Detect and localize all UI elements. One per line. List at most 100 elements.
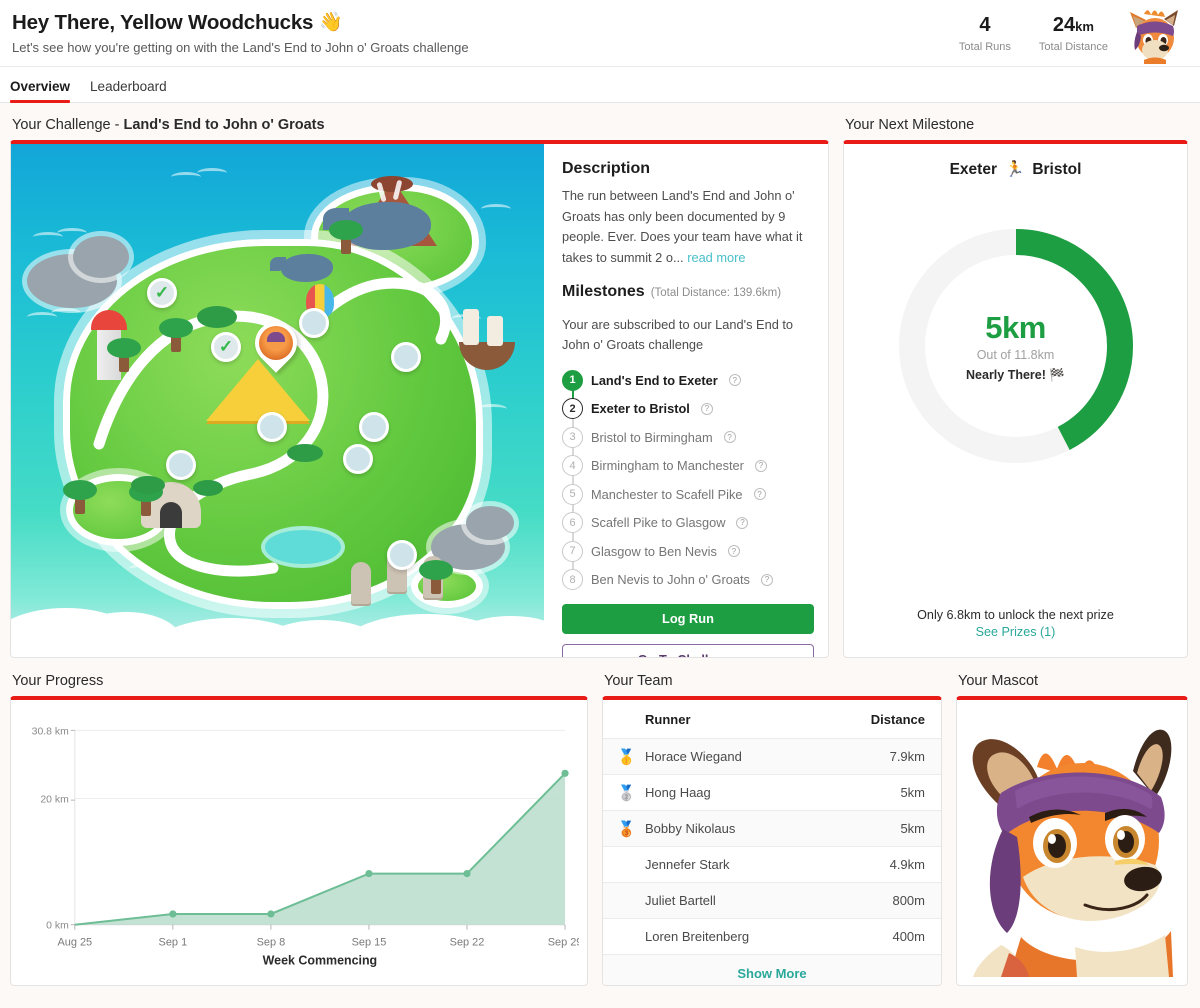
milestone-item-2[interactable]: 2 Exeter to Bristol ? bbox=[562, 394, 814, 423]
map-marker-3[interactable] bbox=[299, 308, 329, 338]
milestone-help-icon-4[interactable]: ? bbox=[754, 459, 767, 472]
next-milestone-footer: Only 6.8km to unlock the next prize See … bbox=[917, 608, 1114, 645]
chart-x-tick-label: Sep 8 bbox=[257, 937, 286, 949]
runner-cell: Juliet Bartell bbox=[603, 882, 831, 919]
tab-leaderboard[interactable]: Leaderboard bbox=[90, 79, 167, 102]
map-marker-7[interactable] bbox=[166, 450, 196, 480]
show-more-button[interactable]: Show More bbox=[603, 955, 941, 985]
milestone-number-7: 7 bbox=[562, 540, 583, 562]
donut-value: 5km bbox=[985, 309, 1046, 345]
team-table: Runner Distance 🥇 Horace Wiegand 7.9km 🥈 H… bbox=[603, 700, 941, 955]
tab-overview[interactable]: Overview bbox=[10, 79, 71, 103]
table-row[interactable]: Jennefer Stark 4.9km bbox=[603, 846, 941, 883]
go-to-challenge-button[interactable]: Go To Challenge bbox=[562, 643, 814, 657]
team-section-title: Your Team bbox=[604, 673, 673, 689]
table-row[interactable]: Juliet Bartell 800m bbox=[603, 882, 941, 919]
map-marker-completed-2[interactable] bbox=[211, 332, 241, 362]
unlock-prize-text: Only 6.8km to unlock the next prize bbox=[917, 608, 1114, 622]
runner-distance: 5km bbox=[830, 774, 941, 811]
chart-x-tick-label: Sep 1 bbox=[159, 937, 188, 949]
svg-text:30.8 km: 30.8 km bbox=[32, 726, 69, 737]
milestone-item-4[interactable]: 4 Birmingham to Manchester ? bbox=[562, 451, 814, 480]
milestone-help-icon-1[interactable]: ? bbox=[728, 374, 741, 387]
description-text: The run between Land's End and John o' G… bbox=[562, 186, 814, 269]
milestone-label-2: Exeter to Bristol bbox=[591, 401, 690, 417]
milestone-number-1: 1 bbox=[562, 369, 583, 391]
runner-cell: Loren Breitenberg bbox=[603, 918, 831, 955]
map-ship-sail-1 bbox=[463, 309, 479, 345]
stat-total-distance-label: Total Distance bbox=[1038, 40, 1108, 53]
milestones-list: 1 Land's End to Exeter ? 2 Exeter to Bri… bbox=[562, 366, 814, 594]
map-palm-1 bbox=[107, 338, 141, 372]
chart-data-point[interactable] bbox=[169, 910, 177, 918]
map-marker-6[interactable] bbox=[359, 412, 389, 442]
map-bush-4 bbox=[287, 444, 323, 462]
chart-data-point[interactable] bbox=[267, 910, 275, 918]
map-marker-completed-1[interactable] bbox=[147, 278, 177, 308]
svg-text:Week Commencing: Week Commencing bbox=[263, 954, 378, 968]
milestone-to: Bristol bbox=[1032, 160, 1082, 178]
read-more-link[interactable]: read more bbox=[687, 250, 745, 265]
milestone-item-6[interactable]: 6 Scafell Pike to Glasgow ? bbox=[562, 508, 814, 537]
table-row[interactable]: Loren Breitenberg 400m bbox=[603, 918, 941, 955]
map-marker-9[interactable] bbox=[387, 540, 417, 570]
milestone-help-icon-3[interactable]: ? bbox=[723, 431, 736, 444]
table-header-row: Runner Distance bbox=[603, 700, 941, 739]
milestone-item-1[interactable]: 1 Land's End to Exeter ? bbox=[562, 366, 814, 395]
table-row[interactable]: 🥈 Hong Haag 5km bbox=[603, 774, 941, 811]
chart-data-point[interactable] bbox=[463, 870, 471, 878]
team-card: Runner Distance 🥇 Horace Wiegand 7.9km 🥈 H… bbox=[602, 696, 942, 986]
milestone-label-7: Glasgow to Ben Nevis bbox=[591, 543, 717, 559]
stat-total-distance-number: 24 bbox=[1052, 13, 1076, 36]
milestone-progress-donut: 5km Out of 11.8km Nearly There! 🏁 bbox=[891, 221, 1141, 471]
table-row[interactable]: 🥇 Horace Wiegand 7.9km bbox=[603, 738, 941, 775]
milestone-help-icon-8[interactable]: ? bbox=[760, 573, 773, 586]
next-milestone-card: Exeter 🏃 Bristol 5km Out of 11.8km Nearl… bbox=[843, 140, 1188, 658]
milestone-item-5[interactable]: 5 Manchester to Scafell Pike ? bbox=[562, 480, 814, 509]
milestone-help-icon-7[interactable]: ? bbox=[727, 545, 740, 558]
progress-area-chart[interactable]: 30.8 km 20 km 0 km Aug 25 Sep 1 Sep 8 Sep 1… bbox=[19, 710, 579, 970]
mascot-section-title: Your Mascot bbox=[958, 673, 1039, 689]
runner-name: Bobby Nikolaus bbox=[645, 821, 736, 836]
milestones-total-distance: (Total Distance: 139.6km) bbox=[650, 286, 782, 299]
chart-data-point[interactable] bbox=[561, 769, 569, 777]
stat-total-distance-value: 24km bbox=[1039, 14, 1108, 36]
table-row[interactable]: 🥉 Bobby Nikolaus 5km bbox=[603, 810, 941, 847]
map-marker-5[interactable] bbox=[257, 412, 287, 442]
description-heading: Description bbox=[562, 160, 651, 177]
chart-x-tick-label: Sep 22 bbox=[450, 937, 485, 949]
map-palm-2 bbox=[63, 480, 97, 514]
milestone-help-icon-6[interactable]: ? bbox=[736, 516, 749, 529]
header-stats: 4 Total Runs 24km Total Distance bbox=[959, 14, 1108, 53]
see-prizes-link[interactable]: See Prizes (1) bbox=[917, 625, 1114, 639]
milestone-item-8[interactable]: 8 Ben Nevis to John o' Groats ? bbox=[562, 565, 814, 594]
milestones-subscription-text: Your are subscribed to our Land's End to… bbox=[562, 316, 794, 353]
challenge-card: Description The run between Land's End a… bbox=[10, 140, 829, 658]
dashboard-page: Hey There, Yellow Woodchucks 👋 Let's see… bbox=[0, 0, 1200, 1008]
milestone-help-icon-2[interactable]: ? bbox=[700, 402, 713, 415]
donut-out-of: Out of 11.8km bbox=[976, 347, 1055, 362]
map-marker-4[interactable] bbox=[391, 342, 421, 372]
milestone-from: Exeter bbox=[949, 160, 997, 178]
milestone-label-4: Birmingham to Manchester bbox=[591, 458, 744, 474]
milestone-help-icon-5[interactable]: ? bbox=[753, 488, 766, 501]
milestone-number-5: 5 bbox=[562, 483, 583, 505]
avatar[interactable] bbox=[1124, 2, 1186, 64]
island-map-illustration[interactable] bbox=[11, 144, 544, 657]
page-title: Hey There, Yellow Woodchucks 👋 bbox=[12, 11, 959, 35]
map-bush-3 bbox=[193, 480, 223, 496]
runner-cell: 🥈 Hong Haag bbox=[603, 774, 831, 811]
stat-total-runs: 4 Total Runs bbox=[959, 14, 1011, 53]
chart-data-point[interactable] bbox=[365, 870, 373, 878]
runner-distance: 800m bbox=[830, 882, 941, 919]
milestones-heading: Milestones bbox=[562, 282, 645, 300]
runner-cell: 🥇 Horace Wiegand bbox=[603, 738, 831, 775]
challenge-section: Your Challenge - Land's End to John o' G… bbox=[10, 113, 829, 658]
stat-total-runs-value: 4 bbox=[979, 13, 991, 36]
stat-total-runs-label: Total Runs bbox=[958, 40, 1011, 53]
milestone-item-7[interactable]: 7 Glasgow to Ben Nevis ? bbox=[562, 537, 814, 566]
log-run-button[interactable]: Log Run bbox=[562, 603, 814, 634]
map-marker-8[interactable] bbox=[343, 444, 373, 474]
milestone-item-3[interactable]: 3 Bristol to Birmingham ? bbox=[562, 423, 814, 452]
map-ship-sail-2 bbox=[487, 316, 503, 346]
